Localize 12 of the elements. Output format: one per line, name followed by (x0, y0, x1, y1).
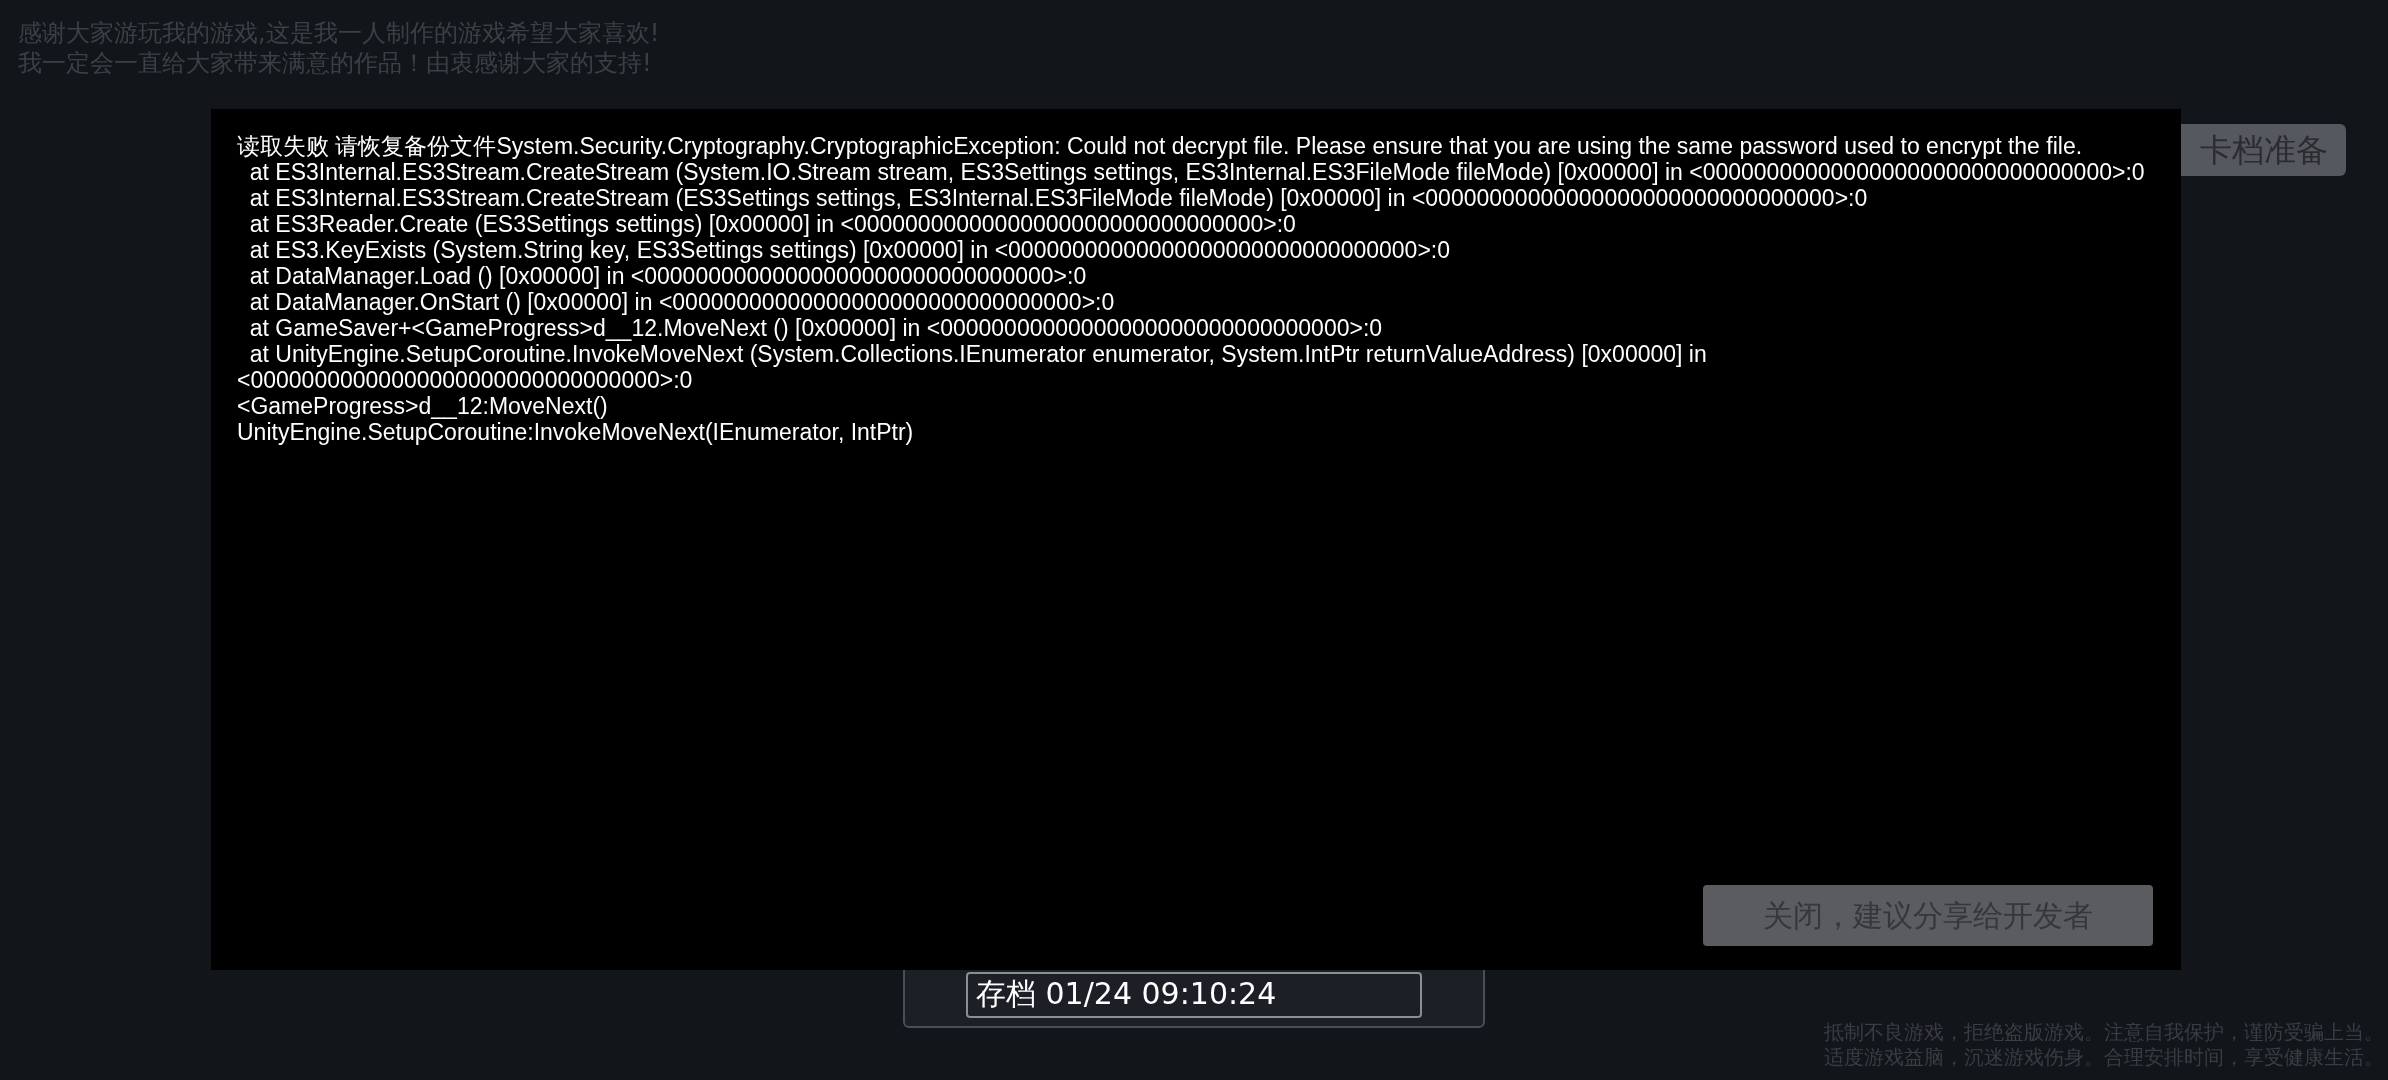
error-text-line: at ES3.KeyExists (System.String key, ES3Settings settings) [0x00000] in <00000000000000000000000000000000>:0 (248, 237, 1451, 263)
error-text-line: 读取失败 请恢复备份文件System.Security.Cryptography.CryptographicException: Could not decrypt file. Please ensure that you are using the same password used to encrypt the file. (237, 133, 2084, 159)
error-text-line: at ES3Internal.ES3Stream.CreateStream (ES3Settings settings, ES3Internal.ES3FileMode fileMode) [0x00000] in <00000000000000000000000000000000>:0 (248, 185, 1869, 211)
error-text-line: at UnityEngine.SetupCoroutine.InvokeMoveNext (System.Collections.IEnumerator enumerator, System.IntPtr returnValueAddress) [0x00000] in (248, 341, 1708, 367)
error-text-line: <00000000000000000000000000000000>:0 (237, 367, 694, 393)
error-text-line: at GameSaver+<GameProgress>d__12.MoveNext () [0x00000] in <00000000000000000000000000000000>:0 (248, 315, 1384, 341)
error-text-line: at ES3Reader.Create (ES3Settings settings) [0x00000] in <00000000000000000000000000000000>:0 (248, 211, 1297, 237)
error-text-line: at DataManager.OnStart () [0x00000] in <00000000000000000000000000000000>:0 (248, 289, 1116, 315)
save-slot-label: 存档 01/24 09:10:24 (966, 972, 1422, 1018)
error-text-line: <GameProgress>d__12:MoveNext() (237, 393, 609, 419)
error-text-line: at DataManager.Load () [0x00000] in <00000000000000000000000000000000>:0 (248, 263, 1088, 289)
error-text-line: UnityEngine.SetupCoroutine:InvokeMoveNext(IEnumerator, IntPtr) (237, 419, 915, 445)
